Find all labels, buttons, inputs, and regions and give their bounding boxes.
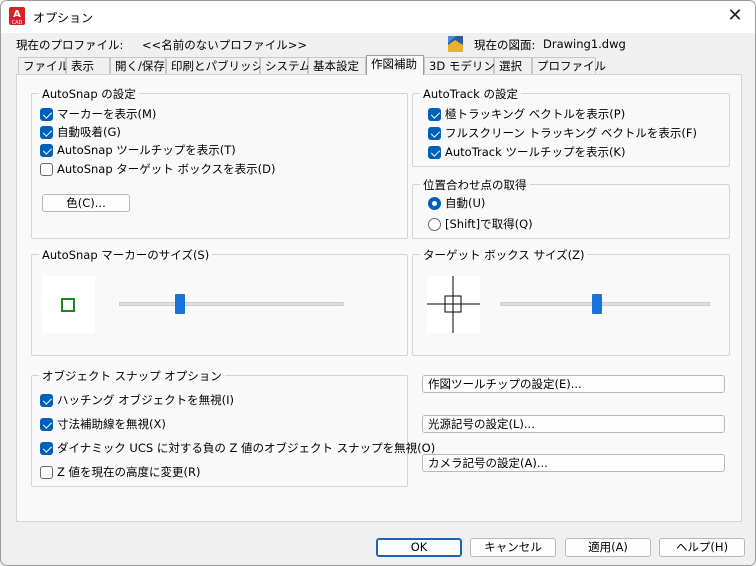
marker-size-title: AutoSnap マーカーのサイズ(S) <box>39 247 213 263</box>
tab-3d-modeling[interactable]: 3D モデリング <box>424 57 506 74</box>
tab-display[interactable]: 表示 <box>66 57 110 74</box>
current-profile-label: 現在のプロファイル: <box>16 38 124 52</box>
aperture-size-group: ターゲット ボックス サイズ(Z) <box>412 247 730 356</box>
aperture-size-preview <box>427 276 480 333</box>
close-icon[interactable]: ✕ <box>723 5 747 29</box>
radio-label: 自動(U) <box>445 196 486 210</box>
checkbox-box[interactable] <box>40 108 53 121</box>
title-bar: A CAD オプション ✕ <box>1 1 755 33</box>
lights-glyph-settings-button[interactable]: 光源記号の設定(L)... <box>422 415 725 433</box>
ok-button[interactable]: OK <box>376 538 462 557</box>
marker-preview-icon <box>61 298 75 312</box>
current-profile-value: <<名前のないプロファイル>> <box>142 38 308 52</box>
drafting-tab-panel: AutoSnap の設定 マーカーを表示(M) 自動吸着(G) AutoSnap… <box>16 74 742 522</box>
tab-open-save[interactable]: 開く/保存 <box>110 57 166 74</box>
checkbox-box[interactable] <box>40 144 53 157</box>
marker-size-preview <box>42 276 95 333</box>
color-button[interactable]: 色(C)... <box>42 194 130 212</box>
checkbox-label: ダイナミック UCS に対する負の Z 値のオブジェクト スナップを無視(O) <box>57 441 436 455</box>
tab-plot-publish[interactable]: 印刷とパブリッシュ <box>166 57 275 74</box>
current-drawing-label: 現在の図面: <box>474 38 536 52</box>
autocad-app-icon: A CAD <box>9 7 25 26</box>
cancel-button[interactable]: キャンセル <box>470 538 556 557</box>
checkbox-label: ハッチング オブジェクトを無視(I) <box>57 393 235 407</box>
tab-selection[interactable]: 選択 <box>494 57 532 74</box>
help-button[interactable]: ヘルプ(H) <box>659 538 745 557</box>
window-title: オプション <box>33 11 94 25</box>
drafting-tooltip-settings-button[interactable]: 作図ツールチップの設定(E)... <box>422 375 725 393</box>
checkbox-label: AutoSnap ツールチップを表示(T) <box>57 143 236 157</box>
checkbox-box[interactable] <box>40 418 53 431</box>
object-snap-options-group: オブジェクト スナップ オプション ハッチング オブジェクトを無視(I) 寸法補… <box>31 368 435 487</box>
checkbox-box[interactable] <box>40 466 53 479</box>
tab-drafting[interactable]: 作図補助 <box>366 55 424 75</box>
aperture-size-title: ターゲット ボックス サイズ(Z) <box>420 247 588 263</box>
autosnap-settings-title: AutoSnap の設定 <box>39 86 139 102</box>
checkbox-box[interactable] <box>40 163 53 176</box>
checkbox-box[interactable] <box>428 146 441 159</box>
marker-size-slider-track[interactable] <box>119 302 344 306</box>
crosshair-icon <box>427 276 480 333</box>
checkbox-label: フルスクリーン トラッキング ベクトルを表示(F) <box>445 126 697 140</box>
checkbox-label: AutoSnap ターゲット ボックスを表示(D) <box>57 162 276 176</box>
profile-row: 現在のプロファイル: <<名前のないプロファイル>> 現在の図面: Drawin… <box>16 35 741 55</box>
checkbox-label: Z 値を現在の高度に変更(R) <box>57 465 201 479</box>
checkbox-box[interactable] <box>40 442 53 455</box>
checkbox-label: 自動吸着(G) <box>57 125 121 139</box>
radio-label: [Shift]で取得(Q) <box>445 217 533 231</box>
checkbox-label: 寸法補助線を無視(X) <box>57 417 166 431</box>
autosnap-marker-size-group: AutoSnap マーカーのサイズ(S) <box>31 247 408 356</box>
alignment-point-title: 位置合わせ点の取得 <box>420 177 530 193</box>
checkbox-label: 極トラッキング ベクトルを表示(P) <box>445 107 626 121</box>
app-icon-sub: CAD <box>11 20 23 26</box>
tab-system[interactable]: システム <box>260 57 311 74</box>
marker-size-slider-thumb[interactable] <box>174 294 185 314</box>
aperture-size-slider-thumb[interactable] <box>591 294 602 314</box>
radio-button[interactable] <box>428 218 441 231</box>
checkbox-label: AutoTrack ツールチップを表示(K) <box>445 145 626 159</box>
alignment-point-acquisition-group: 位置合わせ点の取得 自動(U) [Shift]で取得(Q) <box>412 177 730 239</box>
options-dialog: A CAD オプション ✕ 現在のプロファイル: <<名前のないプロファイル>>… <box>0 0 756 566</box>
autotrack-settings-title: AutoTrack の設定 <box>420 86 521 102</box>
current-drawing-value: Drawing1.dwg <box>543 37 626 51</box>
aperture-size-slider-track[interactable] <box>500 302 710 306</box>
checkbox-box[interactable] <box>40 126 53 139</box>
object-snap-options-title: オブジェクト スナップ オプション <box>39 368 225 384</box>
apply-button[interactable]: 適用(A) <box>565 538 651 557</box>
autosnap-settings-group: AutoSnap の設定 マーカーを表示(M) 自動吸着(G) AutoSnap… <box>31 86 408 239</box>
checkbox-box[interactable] <box>428 127 441 140</box>
checkbox-label: マーカーを表示(M) <box>57 107 157 121</box>
checkbox-box[interactable] <box>40 394 53 407</box>
drawing-file-icon <box>448 36 463 52</box>
tab-files[interactable]: ファイル <box>18 57 69 74</box>
autotrack-settings-group: AutoTrack の設定 極トラッキング ベクトルを表示(P) フルスクリーン… <box>412 86 730 167</box>
tab-profiles[interactable]: プロファイル <box>532 57 606 74</box>
cameras-glyph-settings-button[interactable]: カメラ記号の設定(A)... <box>422 454 725 472</box>
checkbox-box[interactable] <box>428 108 441 121</box>
radio-button[interactable] <box>428 197 441 210</box>
tab-user-preferences[interactable]: 基本設定 <box>308 57 366 74</box>
app-icon-letter: A <box>13 9 21 20</box>
